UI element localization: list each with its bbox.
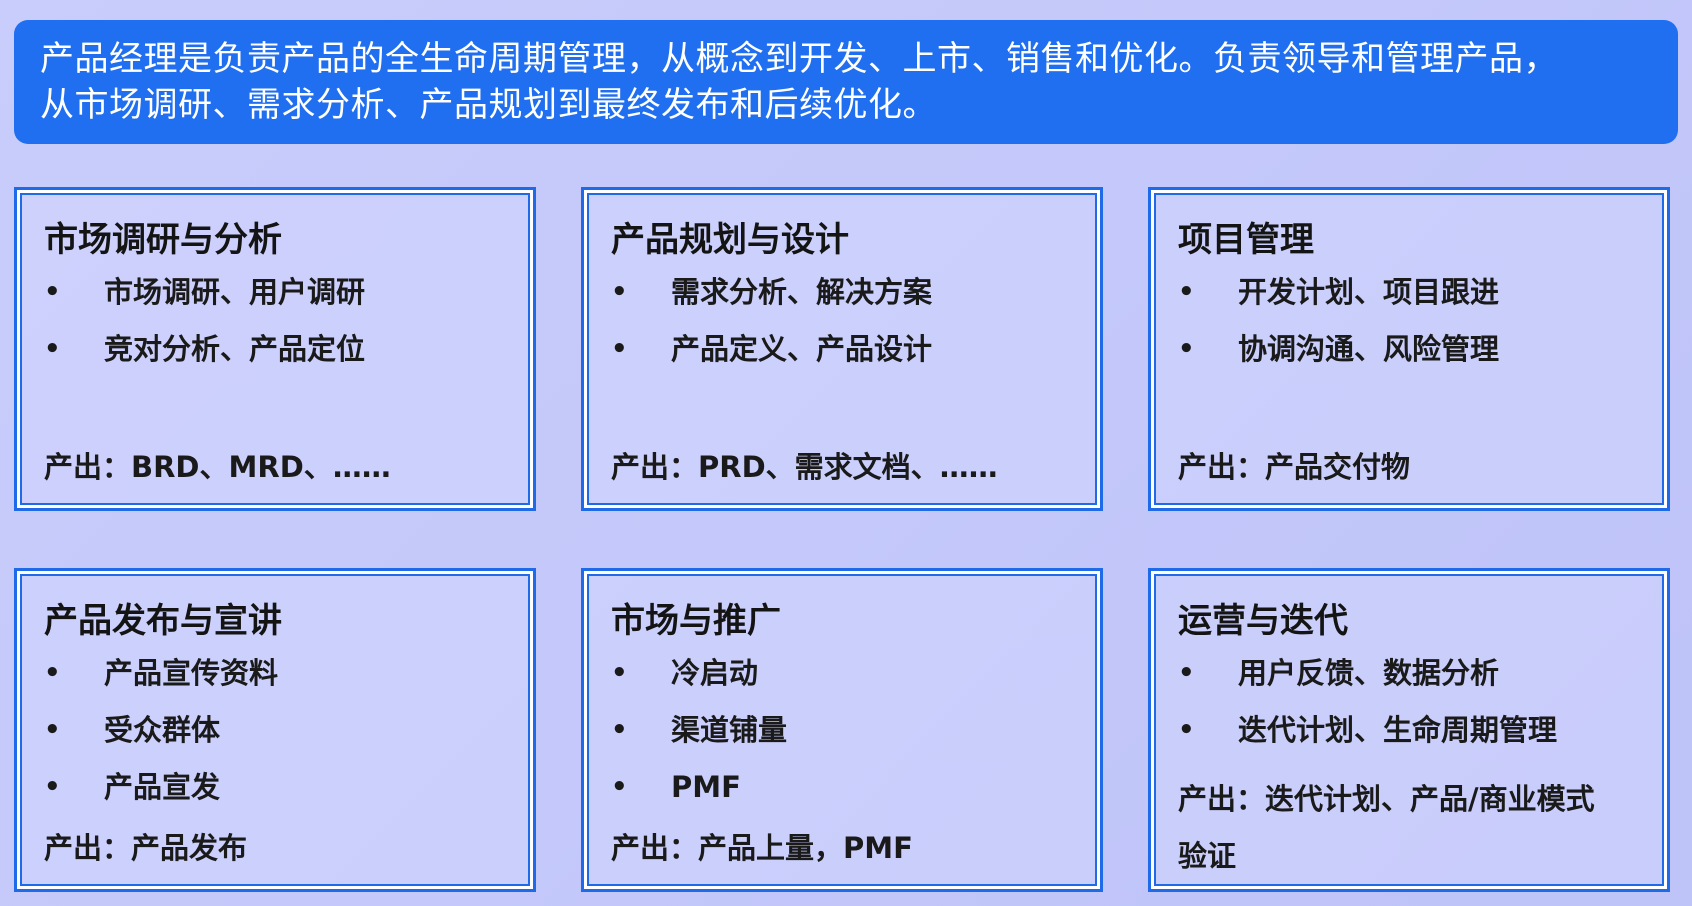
bullet-item: • 开发计划、项目跟进 [1178,275,1647,332]
bullet-item: • 冷启动 [611,656,1080,713]
intro-line-2: 从市场调研、需求分析、产品规划到最终发布和后续优化。 [40,85,937,125]
bullet-dot-icon: • [611,334,628,364]
bullet-item: • 市场调研、用户调研 [44,275,513,332]
bullet-text: 竞对分析、产品定位 [104,332,366,366]
bullet-dot-icon: • [1178,658,1195,688]
card-market-research: 市场调研与分析 • 市场调研、用户调研 • 竞对分析、产品定位 产出：BRD、MRD… [14,187,536,511]
bullet-dot-icon: • [1178,715,1195,745]
card-title: 项目管理 [1178,220,1314,260]
bullet-item: • 竞对分析、产品定位 [44,332,513,389]
bullet-text: 协调沟通、风险管理 [1238,332,1500,366]
bullet-item: • 协调沟通、风险管理 [1178,332,1647,389]
bullet-item: • PMF [611,770,1080,827]
card-output-line-1: 产出：迭代计划、产品/商业模式 [1178,782,1595,816]
bullet-item: • 产品宣传资料 [44,656,513,713]
bullet-list: • 产品宣传资料 • 受众群体 • 产品宣发 [44,656,513,827]
intro-line-1: 产品经理是负责产品的全生命周期管理，从概念到开发、上市、销售和优化。负责领导和管… [40,39,1558,79]
card-product-planning: 产品规划与设计 • 需求分析、解决方案 • 产品定义、产品设计 产出：PRD、需求文… [581,187,1103,511]
bullet-text: 产品定义、产品设计 [671,332,933,366]
bullet-item: • 渠道铺量 [611,713,1080,770]
bullet-item: • 迭代计划、生命周期管理 [1178,713,1647,770]
bullet-text: 开发计划、项目跟进 [1238,275,1500,309]
card-product-launch: 产品发布与宣讲 • 产品宣传资料 • 受众群体 • 产品宣发 产出：产品发布 [14,568,536,892]
bullet-text: 受众群体 [104,713,221,747]
bullet-text: 冷启动 [671,656,759,690]
bullet-dot-icon: • [44,658,61,688]
bullet-dot-icon: • [611,658,628,688]
bullet-dot-icon: • [611,772,628,802]
bullet-text: 用户反馈、数据分析 [1238,656,1500,690]
bullet-text: 产品宣发 [104,770,221,804]
card-title: 市场与推广 [611,601,781,641]
bullet-text: PMF [671,770,741,804]
card-market-promotion: 市场与推广 • 冷启动 • 渠道铺量 • PMF 产出：产品上量，PMF [581,568,1103,892]
bullet-list: • 用户反馈、数据分析 • 迭代计划、生命周期管理 [1178,656,1647,770]
bullet-dot-icon: • [44,715,61,745]
card-title: 产品规划与设计 [611,220,849,260]
card-output-line-2: 验证 [1178,839,1237,873]
bullet-text: 渠道铺量 [671,713,788,747]
card-output: 产出：PRD、需求文档、…… [611,450,998,484]
card-output: 产出：产品上量，PMF [611,831,913,865]
bullet-list: • 开发计划、项目跟进 • 协调沟通、风险管理 [1178,275,1647,389]
bullet-dot-icon: • [44,277,61,307]
bullet-list: • 市场调研、用户调研 • 竞对分析、产品定位 [44,275,513,389]
bullet-item: • 产品宣发 [44,770,513,827]
bullet-dot-icon: • [44,334,61,364]
card-title: 产品发布与宣讲 [44,601,282,641]
bullet-item: • 受众群体 [44,713,513,770]
card-output: 产出：迭代计划、产品/商业模式 验证 [1178,771,1647,885]
bullet-item: • 产品定义、产品设计 [611,332,1080,389]
bullet-dot-icon: • [611,277,628,307]
card-operations-iteration: 运营与迭代 • 用户反馈、数据分析 • 迭代计划、生命周期管理 产出：迭代计划、产品… [1148,568,1670,892]
card-project-management: 项目管理 • 开发计划、项目跟进 • 协调沟通、风险管理 产出：产品交付物 [1148,187,1670,511]
bullet-dot-icon: • [1178,277,1195,307]
card-output: 产出：产品交付物 [1178,450,1411,484]
bullet-text: 需求分析、解决方案 [671,275,933,309]
card-output: 产出：BRD、MRD、…… [44,450,391,484]
bullet-dot-icon: • [1178,334,1195,364]
card-title: 市场调研与分析 [44,220,282,260]
bullet-list: • 需求分析、解决方案 • 产品定义、产品设计 [611,275,1080,389]
bullet-item: • 需求分析、解决方案 [611,275,1080,332]
card-title: 运营与迭代 [1178,601,1348,641]
bullet-text: 市场调研、用户调研 [104,275,366,309]
bullet-text: 迭代计划、生命周期管理 [1238,713,1558,747]
bullet-text: 产品宣传资料 [104,656,279,690]
bullet-item: • 用户反馈、数据分析 [1178,656,1647,713]
bullet-dot-icon: • [611,715,628,745]
card-output: 产出：产品发布 [44,831,248,865]
bullet-dot-icon: • [44,772,61,802]
intro-banner: 产品经理是负责产品的全生命周期管理，从概念到开发、上市、销售和优化。负责领导和管… [14,20,1678,144]
bullet-list: • 冷启动 • 渠道铺量 • PMF [611,656,1080,827]
